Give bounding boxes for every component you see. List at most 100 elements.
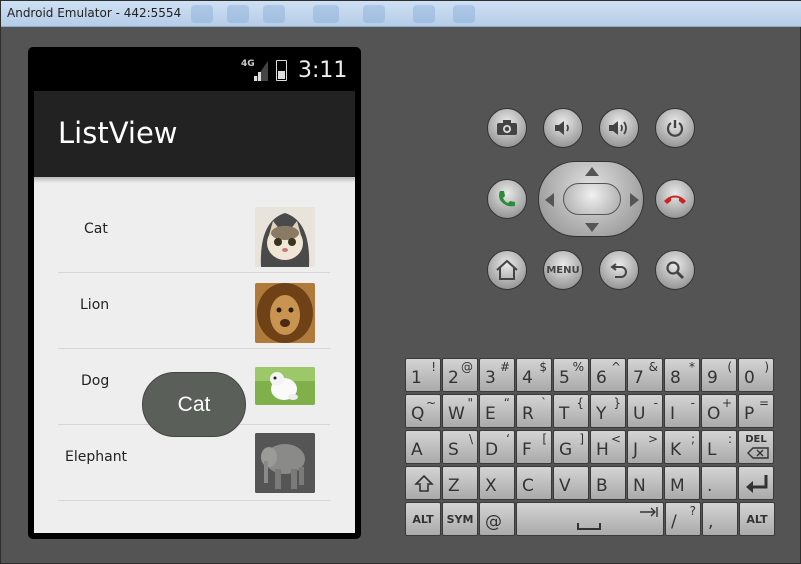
- camera-button[interactable]: [487, 108, 527, 148]
- call-button[interactable]: [487, 179, 527, 219]
- dpad-right-icon[interactable]: [630, 193, 639, 207]
- key-label: Q: [411, 404, 425, 424]
- key-alt[interactable]: ALT: [739, 502, 775, 536]
- key-q[interactable]: Q ~: [405, 394, 441, 428]
- key-m[interactable]: M: [664, 466, 700, 500]
- key-4[interactable]: 4 $: [516, 358, 552, 392]
- key-label: 6: [596, 368, 607, 388]
- list-item[interactable]: Lion: [58, 273, 330, 349]
- key-v[interactable]: V: [553, 466, 589, 500]
- key-space[interactable]: [516, 502, 664, 536]
- key-x[interactable]: X: [479, 466, 515, 500]
- taskbar-thumb-icon: [191, 5, 213, 23]
- emulator-window: Android Emulator - 442:5554 4G 3:11 List…: [0, 0, 801, 564]
- key-5[interactable]: 5%: [553, 358, 589, 392]
- key-[interactable]: /?: [665, 502, 701, 536]
- key-h[interactable]: H <: [590, 430, 626, 464]
- dpad[interactable]: [538, 161, 644, 237]
- key-t[interactable]: T{: [553, 394, 589, 428]
- dpad-down-icon[interactable]: [585, 223, 599, 232]
- search-button[interactable]: [655, 250, 695, 290]
- key-label: DEL: [745, 434, 767, 445]
- key-y[interactable]: Y}: [590, 394, 626, 428]
- end-call-button[interactable]: [655, 179, 695, 219]
- key-[interactable]: .: [701, 466, 737, 500]
- key-label: B: [596, 476, 608, 496]
- lion-photo: [255, 283, 315, 343]
- key-sym[interactable]: SYM: [442, 502, 478, 536]
- key-7[interactable]: 7 &: [627, 358, 663, 392]
- key-0[interactable]: 0): [738, 358, 774, 392]
- key-r[interactable]: R `: [516, 394, 552, 428]
- key-label: 3: [485, 368, 496, 388]
- key-c[interactable]: C: [516, 466, 552, 500]
- key-label: A: [411, 440, 423, 460]
- key-8[interactable]: 8 *: [664, 358, 700, 392]
- back-button[interactable]: [599, 250, 639, 290]
- key-d[interactable]: D ‘: [479, 430, 515, 464]
- list-item-label: Cat: [84, 221, 108, 237]
- key-enter[interactable]: [738, 466, 774, 500]
- taskbar-thumb-icon: [227, 5, 249, 23]
- dpad-left-icon[interactable]: [545, 193, 554, 207]
- key-[interactable]: @: [479, 502, 515, 536]
- key-l[interactable]: L:: [701, 430, 737, 464]
- key-del[interactable]: DEL: [738, 430, 774, 464]
- key-[interactable]: ,: [702, 502, 738, 536]
- key-label: W: [448, 404, 465, 424]
- key-label: U: [633, 404, 646, 424]
- key-alt[interactable]: ALT: [405, 502, 441, 536]
- key-label: E: [485, 404, 496, 424]
- key-alt-label: ;: [690, 432, 695, 446]
- key-n[interactable]: N: [627, 466, 663, 500]
- space-icon: [577, 523, 601, 530]
- key-label: P: [744, 404, 755, 424]
- key-u[interactable]: U-: [627, 394, 663, 428]
- key-1[interactable]: 1!: [405, 358, 441, 392]
- dpad-center-button[interactable]: [563, 183, 621, 215]
- key-j[interactable]: J >: [627, 430, 663, 464]
- battery-icon: [276, 60, 287, 81]
- key-alt-label: [: [542, 432, 547, 446]
- dpad-up-icon[interactable]: [585, 167, 599, 176]
- key-2[interactable]: 2 @: [442, 358, 478, 392]
- key-w[interactable]: W ": [442, 394, 478, 428]
- key-b[interactable]: B: [590, 466, 626, 500]
- toast-message: Cat: [142, 372, 246, 437]
- menu-button[interactable]: MENU: [543, 250, 583, 290]
- volume-down-icon: [555, 121, 569, 135]
- key-label: 5: [559, 368, 570, 388]
- cat-photo: [255, 207, 315, 267]
- key-a[interactable]: A: [405, 430, 441, 464]
- taskbar-thumb-icon: [313, 5, 339, 23]
- key-f[interactable]: F[: [516, 430, 552, 464]
- key-label: S: [448, 440, 459, 460]
- key-label: /: [671, 512, 677, 532]
- volume-down-button[interactable]: [543, 108, 583, 148]
- key-k[interactable]: K;: [664, 430, 700, 464]
- home-button[interactable]: [487, 250, 527, 290]
- key-e[interactable]: E “: [479, 394, 515, 428]
- power-button[interactable]: [655, 108, 695, 148]
- key-i[interactable]: I-: [664, 394, 700, 428]
- key-z[interactable]: Z: [442, 466, 478, 500]
- list-item[interactable]: Cat: [58, 197, 330, 273]
- key-label: Z: [448, 476, 460, 496]
- key-s[interactable]: S \: [442, 430, 478, 464]
- hardware-keyboard: 1! 2 @3 #4 $5% 6 ^ 7 & 8 * 9(0) Q ~ W " E “R ` T{Y} U - I - O + P =…: [405, 358, 778, 539]
- key-o[interactable]: O +: [701, 394, 737, 428]
- list-view[interactable]: Cat Lion Dog Elephant: [34, 177, 355, 533]
- volume-up-button[interactable]: [599, 108, 639, 148]
- key-label: M: [670, 476, 685, 496]
- key-label: T: [559, 404, 570, 424]
- taskbar-thumb-icon: [453, 5, 475, 23]
- key-alt-label: ?: [689, 504, 696, 518]
- key-p[interactable]: P =: [738, 394, 774, 428]
- key-3[interactable]: 3 #: [479, 358, 515, 392]
- key-alt-label: \: [468, 432, 473, 446]
- key-6[interactable]: 6 ^: [590, 358, 626, 392]
- key-g[interactable]: G]: [553, 430, 589, 464]
- key-shift[interactable]: [405, 466, 441, 500]
- key-alt-label: +: [721, 396, 732, 410]
- key-9[interactable]: 9(: [701, 358, 737, 392]
